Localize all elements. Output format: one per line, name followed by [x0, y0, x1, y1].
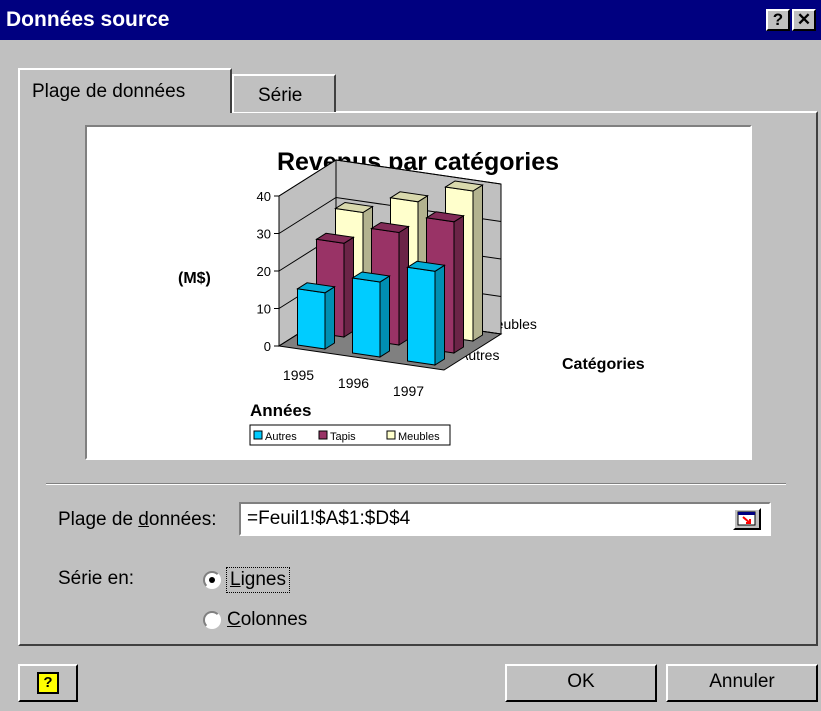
radio-lignes[interactable]: [203, 571, 221, 589]
legend-swatch: [386, 430, 396, 440]
x-tick-label: 1996: [338, 375, 369, 391]
radio-colonnes[interactable]: [203, 611, 221, 629]
bar-side: [324, 285, 335, 350]
range-input[interactable]: =Feuil1!$A$1:$D$4: [239, 502, 771, 536]
y-tick-label: 20: [257, 264, 271, 279]
y-tick-label: 40: [257, 189, 271, 204]
collapse-dialog-button[interactable]: [733, 508, 761, 530]
legend-label: Meubles: [398, 431, 440, 443]
collapse-dialog-icon: [737, 511, 756, 526]
cancel-button[interactable]: Annuler: [666, 664, 818, 702]
chart-zlabel: Catégories: [562, 356, 645, 373]
legend-swatch: [318, 430, 328, 440]
series-in-label: Série en:: [58, 568, 135, 589]
bar: [407, 266, 436, 366]
bar-side: [434, 264, 445, 366]
bar: [352, 277, 381, 358]
help-icon: ?: [37, 672, 59, 694]
chart-xlabel: Années: [250, 401, 311, 420]
ok-button[interactable]: OK: [505, 664, 657, 702]
legend-label: Autres: [265, 431, 297, 443]
radio-selected-dot: [209, 577, 215, 583]
x-tick-label: 1995: [283, 367, 314, 383]
bar: [297, 288, 326, 350]
bar-side: [379, 275, 390, 358]
bar-side: [472, 184, 483, 342]
radio-colonnes-label[interactable]: Colonnes: [227, 609, 307, 631]
tab-data-range[interactable]: Plage de données: [18, 68, 232, 113]
tab-label: Plage de données: [32, 81, 186, 102]
radio-lignes-label[interactable]: Lignes: [226, 567, 290, 593]
chart-ylabel: (M$): [178, 270, 211, 287]
y-tick-label: 10: [257, 302, 271, 317]
y-tick-label: 30: [257, 227, 271, 242]
bar-side: [453, 214, 464, 354]
help-icon-button[interactable]: ?: [18, 664, 78, 702]
legend-label: Tapis: [330, 431, 356, 443]
separator: [46, 483, 786, 485]
y-tick-label: 0: [264, 339, 271, 354]
x-tick-label: 1997: [393, 383, 424, 399]
legend-swatch: [253, 430, 263, 440]
range-label: Plage de données:: [58, 509, 217, 530]
